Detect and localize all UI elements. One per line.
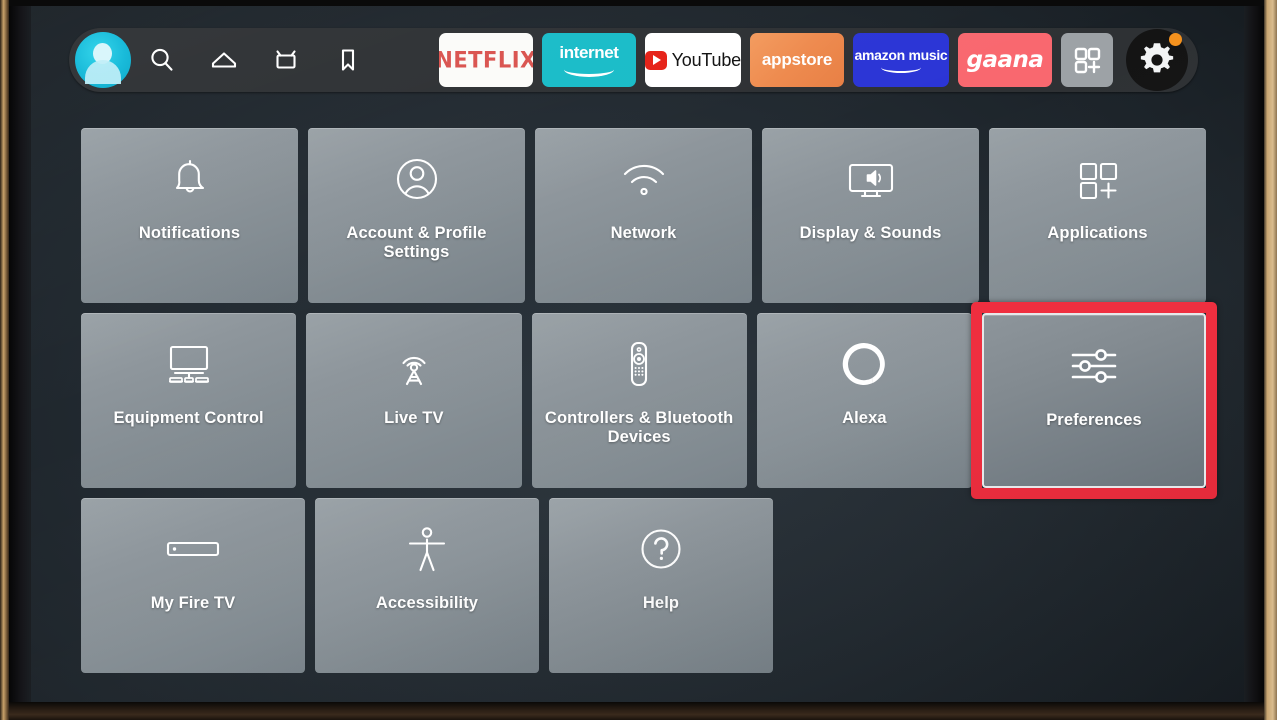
settings-tile-label: Alexa	[842, 409, 887, 427]
settings-tile-display-sounds[interactable]: Display & Sounds	[762, 128, 979, 303]
settings-notification-badge	[1169, 33, 1182, 46]
tv-icon[interactable]	[255, 32, 317, 88]
app-shortcut-amazon-music[interactable]: amazon music	[853, 33, 949, 87]
bezel-bottom	[9, 702, 1264, 720]
settings-tile-label: Help	[642, 594, 680, 612]
bell-icon	[81, 128, 298, 224]
tv-screen: NETFLIX internet YouTube appstore amazon…	[28, 5, 1250, 705]
settings-tile-label: Network	[610, 224, 677, 242]
settings-tile-label: Equipment Control	[113, 409, 264, 427]
settings-tile-label: Accessibility	[375, 594, 479, 612]
settings-tile-label: Account & Profile Settings	[346, 224, 487, 262]
app-label-appstore: appstore	[761, 50, 833, 69]
settings-tile-label: Preferences	[1046, 411, 1142, 429]
fire-stick-icon	[81, 498, 305, 594]
settings-tile-preferences-selection: Preferences	[971, 302, 1217, 499]
settings-tile-preferences[interactable]: Preferences	[982, 313, 1206, 488]
settings-tile-label: Notifications	[138, 224, 241, 242]
alexa-ring-icon	[757, 313, 972, 409]
wall-right-edge	[1263, 0, 1277, 720]
settings-tile-account-profile-settings[interactable]: Account & Profile Settings	[308, 128, 525, 303]
question-circle-icon	[549, 498, 773, 594]
app-label-gaana: gaana	[966, 47, 1044, 73]
accessibility-icon	[315, 498, 539, 594]
app-shortcut-netflix[interactable]: NETFLIX	[439, 33, 533, 87]
top-navigation-bar: NETFLIX internet YouTube appstore amazon…	[69, 28, 1198, 92]
wifi-icon	[535, 128, 752, 224]
settings-tile-help[interactable]: Help	[549, 498, 773, 673]
search-icon[interactable]	[131, 32, 193, 88]
bezel-right	[1244, 0, 1264, 720]
settings-tile-label: Applications	[1047, 224, 1148, 242]
app-label-amazon-music: amazon music	[854, 47, 948, 63]
settings-tile-label: Controllers & Bluetooth Devices	[544, 409, 734, 447]
profile-avatar-icon[interactable]	[75, 32, 131, 88]
youtube-play-icon	[645, 50, 667, 70]
bezel-top	[9, 0, 1264, 6]
app-shortcut-youtube[interactable]: YouTube	[645, 33, 741, 87]
display-sound-icon	[762, 128, 979, 224]
settings-tile-alexa[interactable]: Alexa	[756, 313, 972, 488]
app-shortcut-gaana[interactable]: gaana	[958, 33, 1052, 87]
settings-row-1: Notifications Account & Profile Settings	[81, 128, 1206, 303]
settings-row-3: My Fire TV Accessibility Help	[81, 498, 1206, 673]
settings-tile-grid: Notifications Account & Profile Settings	[81, 128, 1217, 683]
settings-tile-live-tv[interactable]: Live TV	[306, 313, 522, 488]
app-label-youtube: YouTube	[671, 49, 741, 70]
antenna-icon	[306, 313, 521, 409]
settings-tile-accessibility[interactable]: Accessibility	[315, 498, 539, 673]
home-icon[interactable]	[193, 32, 255, 88]
grid-plus-icon[interactable]	[1061, 33, 1113, 87]
person-circle-icon	[308, 128, 525, 224]
amazon-smile-icon	[881, 62, 921, 73]
settings-tile-network[interactable]: Network	[535, 128, 752, 303]
nav-icon-group	[69, 32, 379, 88]
app-shortcut-appstore[interactable]: appstore	[750, 33, 844, 87]
avatar-body	[85, 60, 121, 84]
settings-tile-label: Live TV	[384, 409, 444, 427]
amazon-smile-icon	[564, 62, 614, 77]
settings-tile-my-fire-tv[interactable]: My Fire TV	[81, 498, 305, 673]
tv-photo-frame: NETFLIX internet YouTube appstore amazon…	[0, 0, 1277, 720]
settings-tile-controllers-bluetooth-devices[interactable]: Controllers & Bluetooth Devices	[531, 313, 747, 488]
settings-row-2: Equipment Control Live TV Controllers & …	[81, 302, 1217, 499]
settings-tile-notifications[interactable]: Notifications	[81, 128, 298, 303]
app-shortcuts: NETFLIX internet YouTube appstore amazon…	[439, 29, 1198, 91]
sliders-icon	[984, 315, 1204, 411]
settings-tile-label: My Fire TV	[150, 594, 236, 612]
settings-tile-label: Display & Sounds	[799, 224, 942, 242]
settings-tile-applications[interactable]: Applications	[989, 128, 1206, 303]
settings-tile-equipment-control[interactable]: Equipment Control	[81, 313, 297, 488]
monitor-devices-icon	[81, 313, 296, 409]
bookmark-icon[interactable]	[317, 32, 379, 88]
settings-button[interactable]	[1126, 29, 1188, 91]
app-label-internet: internet	[559, 43, 619, 62]
app-shortcut-internet[interactable]: internet	[542, 33, 636, 87]
grid-plus-icon	[989, 128, 1206, 224]
remote-control-icon	[532, 313, 747, 409]
bezel-left	[9, 0, 31, 720]
app-label-netflix: NETFLIX	[439, 47, 533, 73]
